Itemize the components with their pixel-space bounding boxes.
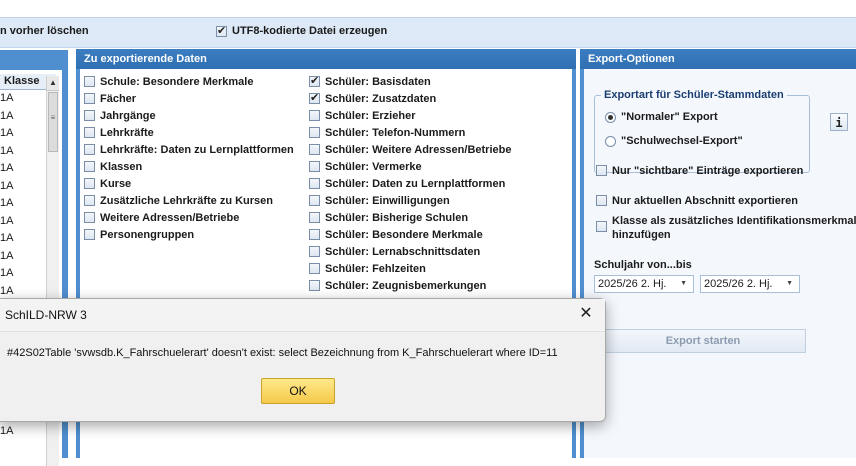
export-item-checkbox[interactable] xyxy=(309,127,320,138)
class-identifier-label-2[interactable]: hinzufügen xyxy=(612,229,671,241)
schoolyear-label: Schuljahr von...bis xyxy=(594,259,692,271)
export-item-checkbox[interactable] xyxy=(309,212,320,223)
export-item-checkbox[interactable] xyxy=(309,91,320,104)
export-item-label[interactable]: Klassen xyxy=(100,161,142,173)
dialog-message: #42S02Table 'svwsdb.K_Fahrschuelerart' d… xyxy=(7,347,558,359)
export-item-checkbox[interactable] xyxy=(84,127,95,138)
export-type-group: Exportart für Schüler-Stammdaten "Normal… xyxy=(594,89,810,173)
class-list-row[interactable]: 1A xyxy=(0,180,13,192)
class-identifier-checkbox[interactable] xyxy=(596,221,607,232)
class-list-row[interactable]: 1A xyxy=(0,425,13,437)
export-data-title: Zu exportierende Daten xyxy=(76,49,576,69)
export-item-label[interactable]: Schüler: Basisdaten xyxy=(325,76,431,88)
export-item-checkbox[interactable] xyxy=(309,178,320,189)
export-item-checkbox[interactable] xyxy=(309,195,320,206)
schoolyear-from-value: 2025/26 2. Hj. xyxy=(598,278,667,290)
export-options-panel: Export-Optionen Exportart für Schüler-St… xyxy=(580,49,856,458)
schoolyear-from-select[interactable]: 2025/26 2. Hj. ▼ xyxy=(594,275,694,293)
visible-only-label[interactable]: Nur "sichtbare" Einträge exportieren xyxy=(612,165,803,177)
class-list-row[interactable]: 1A xyxy=(0,267,13,279)
chevron-down-icon: ▼ xyxy=(680,280,687,287)
class-list-row[interactable]: 1A xyxy=(0,285,13,297)
export-item-label[interactable]: Kurse xyxy=(100,178,131,190)
class-list-row[interactable]: 1A xyxy=(0,215,13,227)
export-item-checkbox[interactable] xyxy=(84,161,95,172)
scroll-thumb[interactable]: ≡ xyxy=(48,92,58,152)
export-item-checkbox[interactable] xyxy=(309,161,320,172)
chevron-down-icon: ▼ xyxy=(786,280,793,287)
ok-button[interactable]: OK xyxy=(261,378,335,404)
export-item-checkbox[interactable] xyxy=(309,74,320,87)
export-item-checkbox[interactable] xyxy=(84,229,95,240)
export-options-title: Export-Optionen xyxy=(580,49,856,69)
radio-normal-export[interactable] xyxy=(605,112,616,123)
class-list-row[interactable]: 1A xyxy=(0,197,13,209)
export-item-checkbox[interactable] xyxy=(84,110,95,121)
utf8-label[interactable]: UTF8-kodierte Datei erzeugen xyxy=(232,25,387,37)
export-item-checkbox[interactable] xyxy=(84,212,95,223)
info-button[interactable]: i xyxy=(830,113,848,131)
options-toolbar: n vorher löschen UTF8-kodierte Datei erz… xyxy=(0,17,856,48)
export-item-label[interactable]: Fächer xyxy=(100,93,136,105)
export-start-button[interactable]: Export starten xyxy=(600,329,806,353)
export-options-body: Exportart für Schüler-Stammdaten "Normal… xyxy=(584,69,856,458)
error-dialog: SchILD-NRW 3 ✕ #42S02Table 'svwsdb.K_Fah… xyxy=(0,298,606,422)
export-item-label[interactable]: Schule: Besondere Merkmale xyxy=(100,76,253,88)
export-item-checkbox[interactable] xyxy=(309,229,320,240)
class-list-row[interactable]: 1A xyxy=(0,232,13,244)
class-list-row[interactable]: 1A xyxy=(0,92,13,104)
scroll-up-icon[interactable]: ▲ xyxy=(47,76,59,91)
dialog-title: SchILD-NRW 3 xyxy=(5,308,87,322)
export-item-label[interactable]: Schüler: Telefon-Nummern xyxy=(325,127,465,139)
export-type-group-title: Exportart für Schüler-Stammdaten xyxy=(601,89,787,101)
export-item-label[interactable]: Zusätzliche Lehrkräfte zu Kursen xyxy=(100,195,273,207)
export-item-label[interactable]: Schüler: Bisherige Schulen xyxy=(325,212,468,224)
export-item-label[interactable]: Schüler: Vermerke xyxy=(325,161,422,173)
export-item-label[interactable]: Schüler: Erzieher xyxy=(325,110,415,122)
export-item-label[interactable]: Weitere Adressen/Betriebe xyxy=(100,212,239,224)
export-item-label[interactable]: Lehrkräfte: Daten zu Lernplattformen xyxy=(100,144,294,156)
export-item-checkbox[interactable] xyxy=(84,76,95,87)
current-section-checkbox[interactable] xyxy=(596,195,607,206)
radio-schoolchange-export[interactable] xyxy=(605,136,616,147)
radio-normal-label[interactable]: "Normaler" Export xyxy=(621,111,718,123)
export-item-label[interactable]: Personengruppen xyxy=(100,229,194,241)
schoolyear-to-select[interactable]: 2025/26 2. Hj. ▼ xyxy=(700,275,800,293)
export-item-label[interactable]: Schüler: Zeugnisbemerkungen xyxy=(325,280,486,292)
export-item-checkbox[interactable] xyxy=(309,144,320,155)
utf8-checkbox[interactable] xyxy=(216,24,227,37)
radio-schoolchange-label[interactable]: "Schulwechsel-Export" xyxy=(621,135,743,147)
export-item-checkbox[interactable] xyxy=(84,195,95,206)
export-item-label[interactable]: Schüler: Zusatzdaten xyxy=(325,93,436,105)
export-item-label[interactable]: Schüler: Daten zu Lernplattformen xyxy=(325,178,505,190)
export-item-checkbox[interactable] xyxy=(84,93,95,104)
class-list-row[interactable]: 1A xyxy=(0,162,13,174)
export-item-label[interactable]: Schüler: Fehlzeiten xyxy=(325,263,426,275)
export-item-label[interactable]: Schüler: Lernabschnittsdaten xyxy=(325,246,480,258)
schoolyear-to-value: 2025/26 2. Hj. xyxy=(704,278,773,290)
export-item-label[interactable]: Schüler: Besondere Merkmale xyxy=(325,229,483,241)
export-item-checkbox[interactable] xyxy=(309,263,320,274)
close-icon[interactable]: ✕ xyxy=(575,304,597,324)
delete-before-label[interactable]: n vorher löschen xyxy=(0,25,89,37)
class-identifier-label-1[interactable]: Klasse als zusätzliches Identifikationsm… xyxy=(612,215,856,227)
class-list-row[interactable]: 1A xyxy=(0,110,13,122)
visible-only-checkbox[interactable] xyxy=(596,165,607,176)
export-item-label[interactable]: Schüler: Einwilligungen xyxy=(325,195,450,207)
dialog-titlebar[interactable]: SchILD-NRW 3 ✕ xyxy=(0,299,605,332)
export-item-label[interactable]: Jahrgänge xyxy=(100,110,156,122)
current-section-label[interactable]: Nur aktuellen Abschnitt exportieren xyxy=(612,195,798,207)
export-item-checkbox[interactable] xyxy=(309,110,320,121)
export-item-checkbox[interactable] xyxy=(84,144,95,155)
export-item-label[interactable]: Schüler: Weitere Adressen/Betriebe xyxy=(325,144,511,156)
class-list-row[interactable]: 1A xyxy=(0,250,13,262)
class-list-row[interactable]: 1A xyxy=(0,145,13,157)
export-item-checkbox[interactable] xyxy=(309,280,320,291)
export-item-label[interactable]: Lehrkräfte xyxy=(100,127,154,139)
export-item-checkbox[interactable] xyxy=(84,178,95,189)
class-list-row[interactable]: 1A xyxy=(0,127,13,139)
export-item-checkbox[interactable] xyxy=(309,246,320,257)
